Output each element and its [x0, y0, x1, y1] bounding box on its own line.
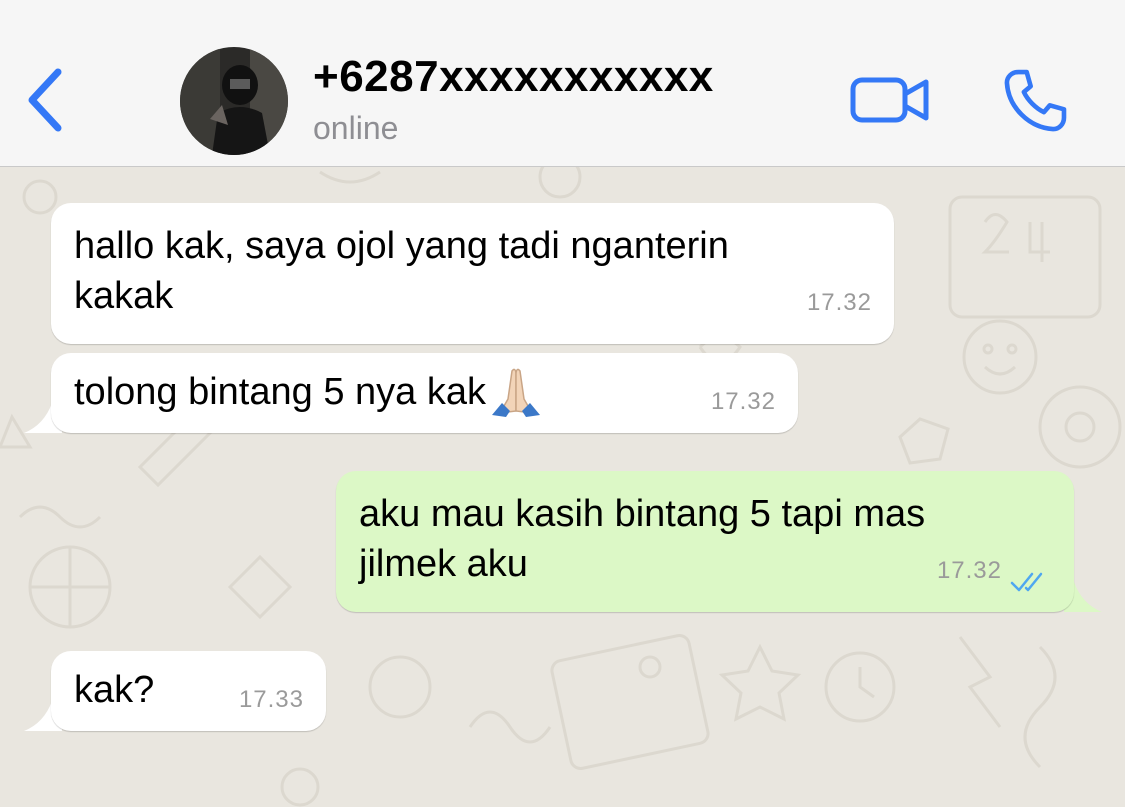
- avatar[interactable]: [180, 47, 288, 155]
- message-text: aku mau kasih bintang 5 tapi mas jilmek …: [359, 489, 925, 589]
- message-time: 17.32: [806, 289, 872, 316]
- contact-name[interactable]: +6287xxxxxxxxxxx: [313, 52, 714, 102]
- phone-icon: [1004, 69, 1067, 132]
- voice-call-button[interactable]: [998, 64, 1072, 138]
- folded-hands-icon: [491, 368, 540, 417]
- chat-header: +6287xxxxxxxxxxx online: [0, 0, 1125, 167]
- contact-photo: [180, 47, 288, 155]
- message-bubble-incoming[interactable]: tolong bintang 5 nya kak 17.32: [51, 353, 798, 433]
- message-text: kak?: [74, 669, 155, 711]
- message-line: hallo kak, saya ojol yang tadi nganterin: [74, 225, 729, 267]
- back-button[interactable]: [20, 62, 80, 142]
- chat-messages-area[interactable]: hallo kak, saya ojol yang tadi nganterin…: [0, 167, 1125, 807]
- contact-status: online: [313, 110, 399, 146]
- message-text: tolong bintang 5 nya kak: [74, 367, 546, 417]
- message-line: aku mau kasih bintang 5 tapi mas: [359, 493, 926, 535]
- message-time: 17.33: [238, 686, 304, 713]
- message-bubble-outgoing[interactable]: aku mau kasih bintang 5 tapi mas jilmek …: [336, 471, 1074, 612]
- video-camera-icon: [850, 77, 929, 123]
- message-time: 17.32: [710, 388, 776, 415]
- message-bubble-incoming[interactable]: hallo kak, saya ojol yang tadi nganterin…: [51, 203, 894, 344]
- message-line: tolong bintang 5 nya kak: [74, 371, 486, 413]
- message-line: kakak: [74, 275, 174, 317]
- message-bubble-incoming[interactable]: kak? 17.33: [51, 651, 326, 731]
- message-text: hallo kak, saya ojol yang tadi nganterin…: [74, 221, 729, 321]
- double-check-read-icon: [1010, 572, 1043, 592]
- chevron-left-icon: [28, 68, 62, 132]
- message-line: jilmek aku: [359, 543, 528, 585]
- video-call-button[interactable]: [848, 68, 934, 134]
- message-time: 17.32: [936, 557, 1002, 584]
